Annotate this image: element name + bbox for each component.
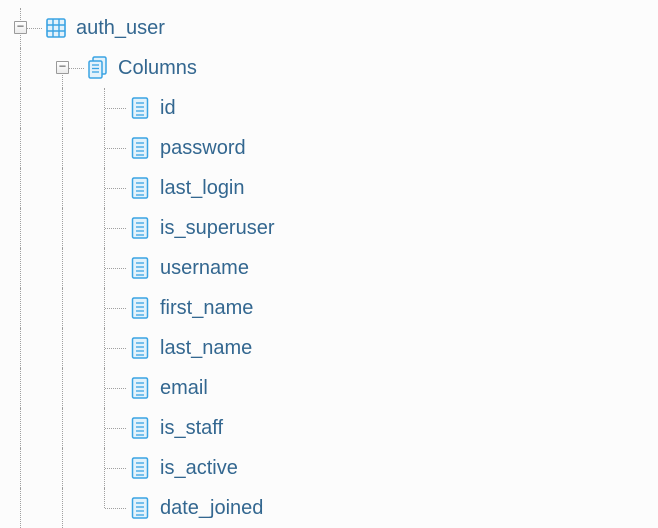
tree-node-label: email [160,377,208,400]
columns-icon [84,48,112,88]
tree-node-column[interactable]: is_active [0,448,658,488]
tree-connector [84,408,126,448]
tree-node-label: auth_user [76,17,165,40]
column-icon [126,408,154,448]
tree-node-label: password [160,137,246,160]
tree-node-label: first_name [160,297,253,320]
table-icon [42,8,70,48]
collapse-toggle[interactable] [14,21,27,34]
tree-connector [0,128,42,168]
tree-connector [84,288,126,328]
column-icon [126,328,154,368]
tree-connector [42,48,84,88]
tree-connector [84,168,126,208]
column-icon [126,488,154,528]
tree-connector [84,128,126,168]
collapse-toggle[interactable] [56,61,69,74]
tree-connector [0,208,42,248]
tree-node-column[interactable]: last_name [0,328,658,368]
tree-connector [0,448,42,488]
tree-connector [42,168,84,208]
tree-connector [84,88,126,128]
tree-node-label: username [160,257,249,280]
tree-connector [0,408,42,448]
tree-node-label: last_name [160,337,252,360]
tree-node-column[interactable]: username [0,248,658,288]
tree-node-column[interactable]: email [0,368,658,408]
tree-connector [84,248,126,288]
tree-connector [0,248,42,288]
tree-node-label: date_joined [160,497,263,520]
tree-connector [84,328,126,368]
tree-connector [84,448,126,488]
tree-node-column[interactable]: first_name [0,288,658,328]
tree-node-column[interactable]: is_superuser [0,208,658,248]
tree-connector [42,248,84,288]
tree-connector [42,88,84,128]
tree-node-column[interactable]: password [0,128,658,168]
tree-connector [42,128,84,168]
tree-node-label: Columns [118,57,197,80]
columns-list: id password last_login is_superuser username… [0,88,658,528]
tree-connector [42,448,84,488]
tree-connector [0,288,42,328]
tree-connector [0,48,42,88]
tree-node-label: is_staff [160,417,223,440]
tree-node-label: id [160,97,176,120]
column-icon [126,368,154,408]
column-icon [126,288,154,328]
tree-connector [42,408,84,448]
tree-connector [0,368,42,408]
tree-node-column[interactable]: id [0,88,658,128]
tree-connector [0,88,42,128]
tree-connector [42,328,84,368]
tree-connector [42,488,84,528]
tree-connector [84,208,126,248]
tree-connector [42,208,84,248]
tree-node-column[interactable]: is_staff [0,408,658,448]
tree-connector [42,368,84,408]
tree-node-label: last_login [160,177,245,200]
tree-connector [0,488,42,528]
column-icon [126,448,154,488]
tree-connector [0,168,42,208]
tree-connector [84,488,126,528]
column-icon [126,128,154,168]
tree-node-label: is_active [160,457,238,480]
tree-node-columns-group[interactable]: Columns [0,48,658,88]
column-icon [126,248,154,288]
column-icon [126,88,154,128]
database-tree: auth_user Columns id password last_loginis… [0,8,658,528]
tree-node-column[interactable]: last_login [0,168,658,208]
tree-node-column[interactable]: date_joined [0,488,658,528]
tree-connector [0,8,42,48]
tree-node-label: is_superuser [160,217,275,240]
column-icon [126,168,154,208]
tree-connector [42,288,84,328]
tree-node-table[interactable]: auth_user [0,8,658,48]
tree-connector [0,328,42,368]
column-icon [126,208,154,248]
tree-connector [84,368,126,408]
